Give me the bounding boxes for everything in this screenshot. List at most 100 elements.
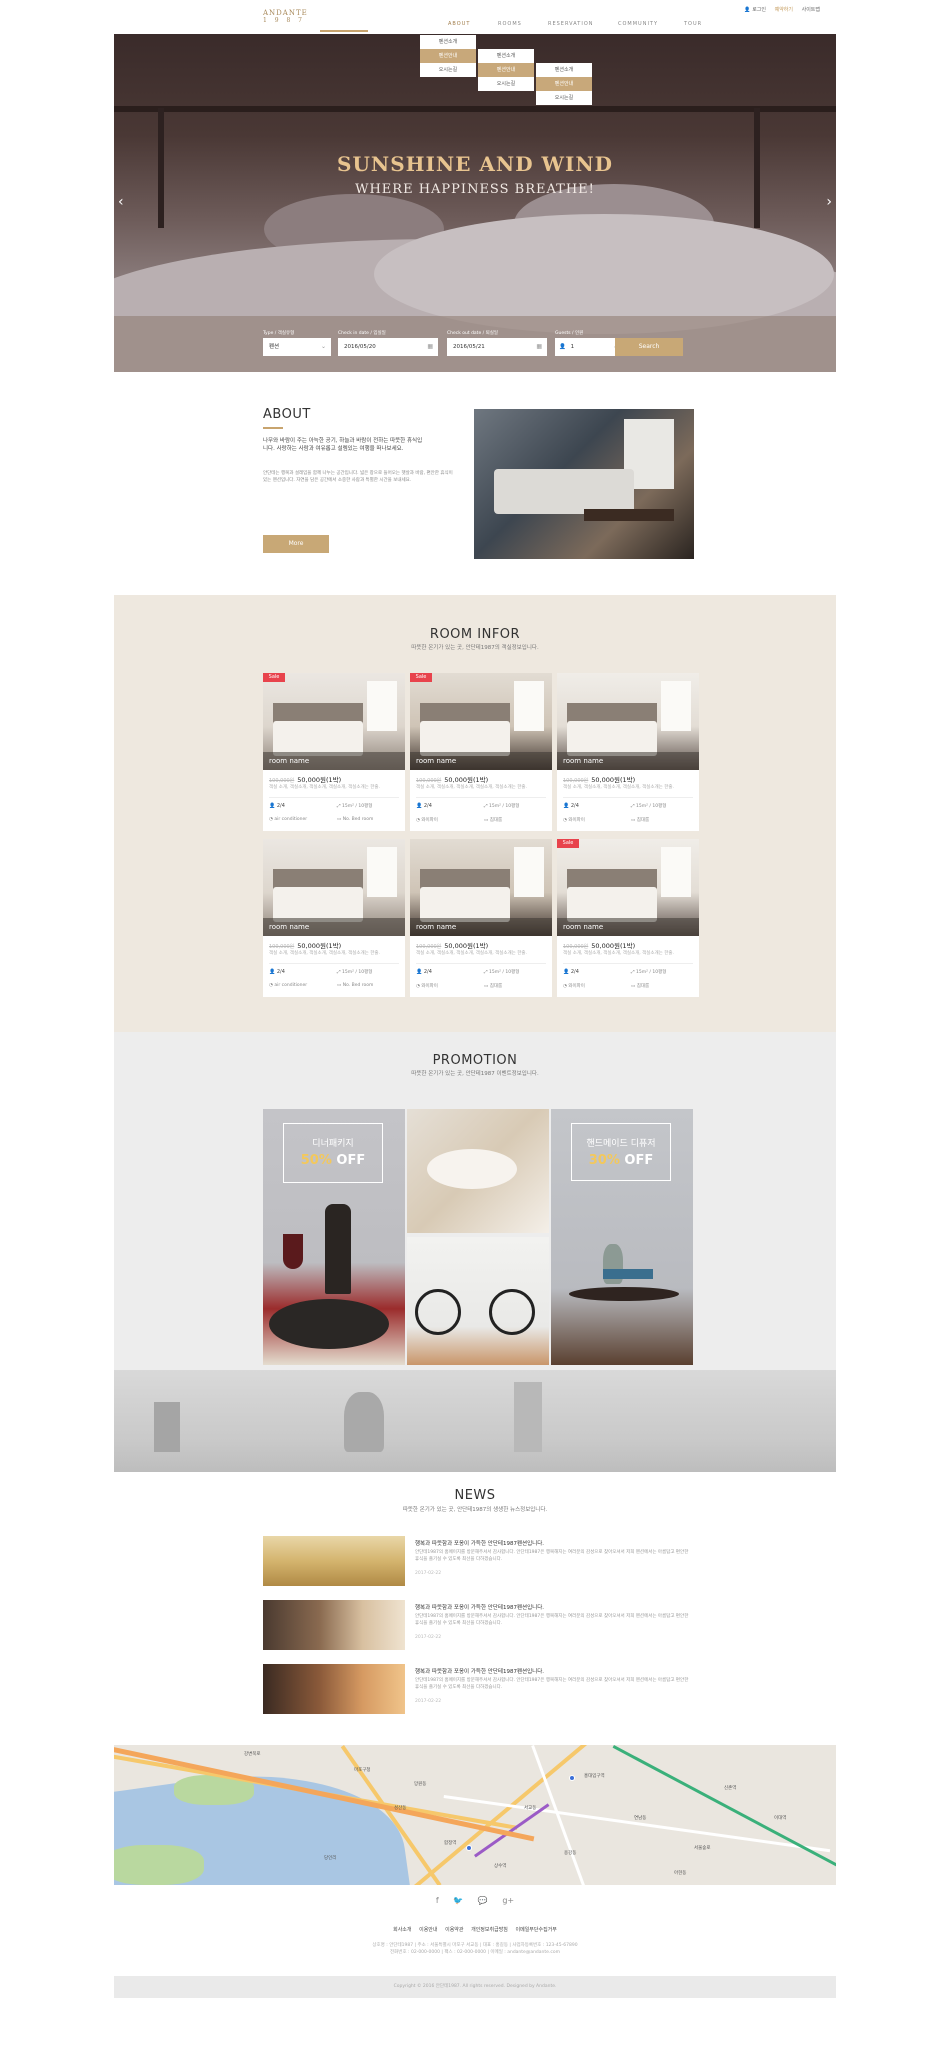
plate-food [427,1149,517,1189]
dropdown-item[interactable]: 오시는길 [478,77,534,91]
facebook-icon[interactable]: f [436,1896,439,1905]
hero-prev-arrow[interactable]: ‹ [118,194,124,210]
google-plus-icon[interactable]: g+ [502,1896,514,1905]
booking-type-select[interactable]: 펜션 ⌄ [263,338,331,356]
promo-diffuser-card[interactable]: 핸드메이드 디퓨저 30% OFF [551,1109,693,1365]
kettle [344,1392,384,1452]
location-pin-icon[interactable] [466,1845,472,1851]
footer-link[interactable]: 개인정보취급방침 [471,1927,508,1933]
room-size: ⤢ 15m² / 10평형 [631,804,667,809]
wifi-icon: ◔ [416,818,420,823]
nav-about[interactable]: ABOUT [448,21,470,27]
room-section-subtitle: 따뜻한 온기가 있는 곳, 안단테1987의 객실정보입니다. [411,645,539,651]
wifi-icon: ◔ [416,984,420,989]
dropdown-item[interactable]: 펜션안내 [420,49,476,63]
location-pin-icon[interactable] [569,1775,575,1781]
footer-link[interactable]: 이용약관 [445,1927,463,1933]
room-card[interactable]: room name 100,000원 50,000원(1박) 객실 소개, 객실소개,… [557,673,699,831]
room-card[interactable]: room name 100,000원 50,000원(1박) 객실 소개, 객실소개,… [263,839,405,997]
person-icon: 👤 [269,803,276,809]
ruler-icon: ⤢ [337,804,341,809]
ruler-icon: ⤢ [484,804,488,809]
news-item[interactable]: 행복과 따뜻함과 포옹이 가득한 안단테1987펜션입니다. 안단테1987의 … [263,1536,693,1586]
wine-glass [283,1234,303,1269]
footer-link[interactable]: 이메일무단수집거부 [516,1927,557,1933]
wine-bottle [325,1204,351,1294]
person-icon: 👤 [416,969,423,975]
room-option: ◔ air conditioner [269,983,308,988]
sitemap-link[interactable]: 사이트맵 [802,7,820,13]
more-button[interactable]: More [263,535,329,553]
dropdown-item[interactable]: 펜션안내 [536,77,592,91]
room-capacity: 👤 2/4 [563,969,579,975]
map-label: 용강동 [564,1851,577,1856]
room-option: ▭ 침대룸 [631,818,650,823]
room-name: room name [263,918,405,936]
dropdown-item[interactable]: 펜션소개 [478,49,534,63]
room-price: 100,000원 50,000원(1박) [416,940,488,950]
footer-link[interactable]: 회사소개 [393,1927,411,1933]
dropdown-item[interactable]: 펜션안내 [478,63,534,77]
room-card[interactable]: room name 100,000원 50,000원(1박) 객실 소개, 객실소개,… [410,839,552,997]
checkout-input[interactable]: 2016/05/21 ▦ [447,338,547,356]
room-option: ▭ 침대룸 [631,984,650,989]
nav-reservation[interactable]: RESERVATION [548,21,594,27]
nav-rooms[interactable]: ROOMS [498,21,522,27]
calendar-icon[interactable]: ▦ [536,338,542,356]
divider [563,963,693,964]
room-capacity: 👤 2/4 [563,803,579,809]
about-title: ABOUT [263,407,311,422]
nav-tour[interactable]: TOUR [684,21,702,27]
ruler-icon: ⤢ [631,970,635,975]
chat-icon[interactable]: 💬 [478,1896,488,1905]
guests-value: 1 [570,344,575,350]
location-map[interactable]: 강변북로 마포구청 망원동 합정역 서교동 홍대입구역 연남동 성산동 상수역 … [114,1745,836,1885]
room-desc: 객실 소개, 객실소개, 객실소개, 객실소개, 객실소개는 한줄. [269,785,380,790]
bed-icon: ▭ [484,818,489,823]
bike-wheel-front [415,1289,461,1335]
room-card[interactable]: room name Sale 100,000원 50,000원(1박) 객실 소개, 객… [263,673,405,831]
room-desc: 객실 소개, 객실소개, 객실소개, 객실소개, 객실소개는 한줄. [269,951,380,956]
footer-info-line: 전화번호 : 02-000-0000 | 팩스 : 02-000-0000 | … [390,1950,560,1955]
dropdown-item[interactable]: 오시는길 [536,91,592,105]
divider [416,963,546,964]
dropdown-item[interactable]: 펜션소개 [536,63,592,77]
hero-next-arrow[interactable]: › [826,194,832,210]
promo-dinner-card[interactable]: 디너패키지 50% OFF [263,1109,405,1365]
room-card[interactable]: room name Sale 100,000원 50,000원(1박) 객실 소개, 객… [557,839,699,997]
checkout-label: Check out date / 퇴실일 [447,331,499,336]
news-item[interactable]: 행복과 따뜻함과 포옹이 가득한 안단테1987펜션입니다. 안단테1987의 … [263,1664,693,1714]
room-price: 100,000원 50,000원(1박) [416,774,488,784]
user-icon: 👤 [743,7,751,13]
bed [567,721,657,756]
about-underline [263,427,283,429]
header: ANDANTE 1 9 8 7 👤 로그인 예약하기 사이트맵 [114,0,836,34]
nav-community[interactable]: COMMUNITY [618,21,658,27]
news-item[interactable]: 행복과 따뜻함과 포옹이 가득한 안단테1987펜션입니다. 안단테1987의 … [263,1600,693,1650]
ruler-icon: ⤢ [631,804,635,809]
twitter-icon[interactable]: 🐦 [453,1896,463,1905]
room-price: 100,000원 50,000원(1박) [269,774,341,784]
footer-link[interactable]: 이용안내 [419,1927,437,1933]
guests-select[interactable]: 👤 1 ⌄ [555,338,623,356]
cheese-plate [269,1299,389,1349]
logo[interactable]: ANDANTE 1 9 8 7 [263,9,308,25]
divider [563,797,693,798]
news-item-date: 2017-02-22 [415,1699,442,1704]
promotion-subtitle: 따뜻한 온기가 있는 곳, 안단테1987 이벤트정보입니다. [411,1071,539,1077]
calendar-icon[interactable]: ▦ [427,338,433,356]
dropdown-item[interactable]: 오시는길 [420,63,476,77]
map-label: 서울숲로 [694,1846,711,1851]
search-button[interactable]: Search [615,338,683,356]
checkin-input[interactable]: 2016/05/20 ▦ [338,338,438,356]
person-icon: 👤 [563,803,570,809]
wifi-icon: ◔ [563,984,567,989]
reservation-link[interactable]: 예약하기 [775,7,793,13]
promotion-section: 디너패키지 50% OFF 핸드메이드 디퓨저 30% OFF [114,1032,836,1472]
dropdown-item[interactable]: 펜션소개 [420,35,476,49]
room-card[interactable]: room name Sale 100,000원 50,000원(1박) 객실 소개, 객… [410,673,552,831]
room-size: ⤢ 15m² / 10평형 [337,970,373,975]
login-link[interactable]: 로그인 [752,7,766,13]
hero-subtitle: WHERE HAPPINESS BREATHE! [355,182,595,197]
bed [273,887,363,922]
